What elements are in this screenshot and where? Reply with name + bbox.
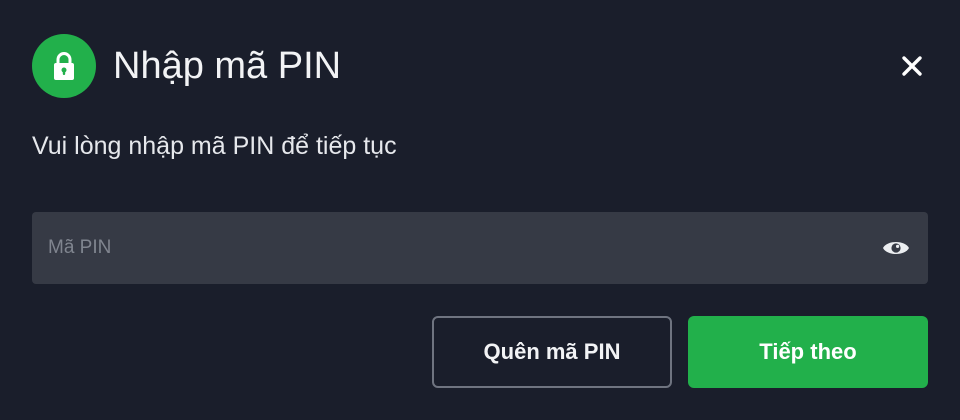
lock-icon [54,52,74,80]
pin-dialog: Nhập mã PIN Vui lòng nhập mã PIN để tiếp… [0,0,960,420]
toggle-visibility-button[interactable] [880,234,912,262]
next-button[interactable]: Tiếp theo [688,316,928,388]
pin-input[interactable] [32,212,862,284]
lock-badge [32,34,96,98]
dialog-header: Nhập mã PIN [32,34,341,98]
pin-field [32,212,928,284]
close-icon [902,56,922,76]
forgot-pin-button[interactable]: Quên mã PIN [432,316,672,388]
eye-icon [883,242,909,254]
close-button[interactable] [894,48,930,84]
dialog-subtitle: Vui lòng nhập mã PIN để tiếp tục [32,132,397,160]
dialog-title: Nhập mã PIN [113,45,342,87]
